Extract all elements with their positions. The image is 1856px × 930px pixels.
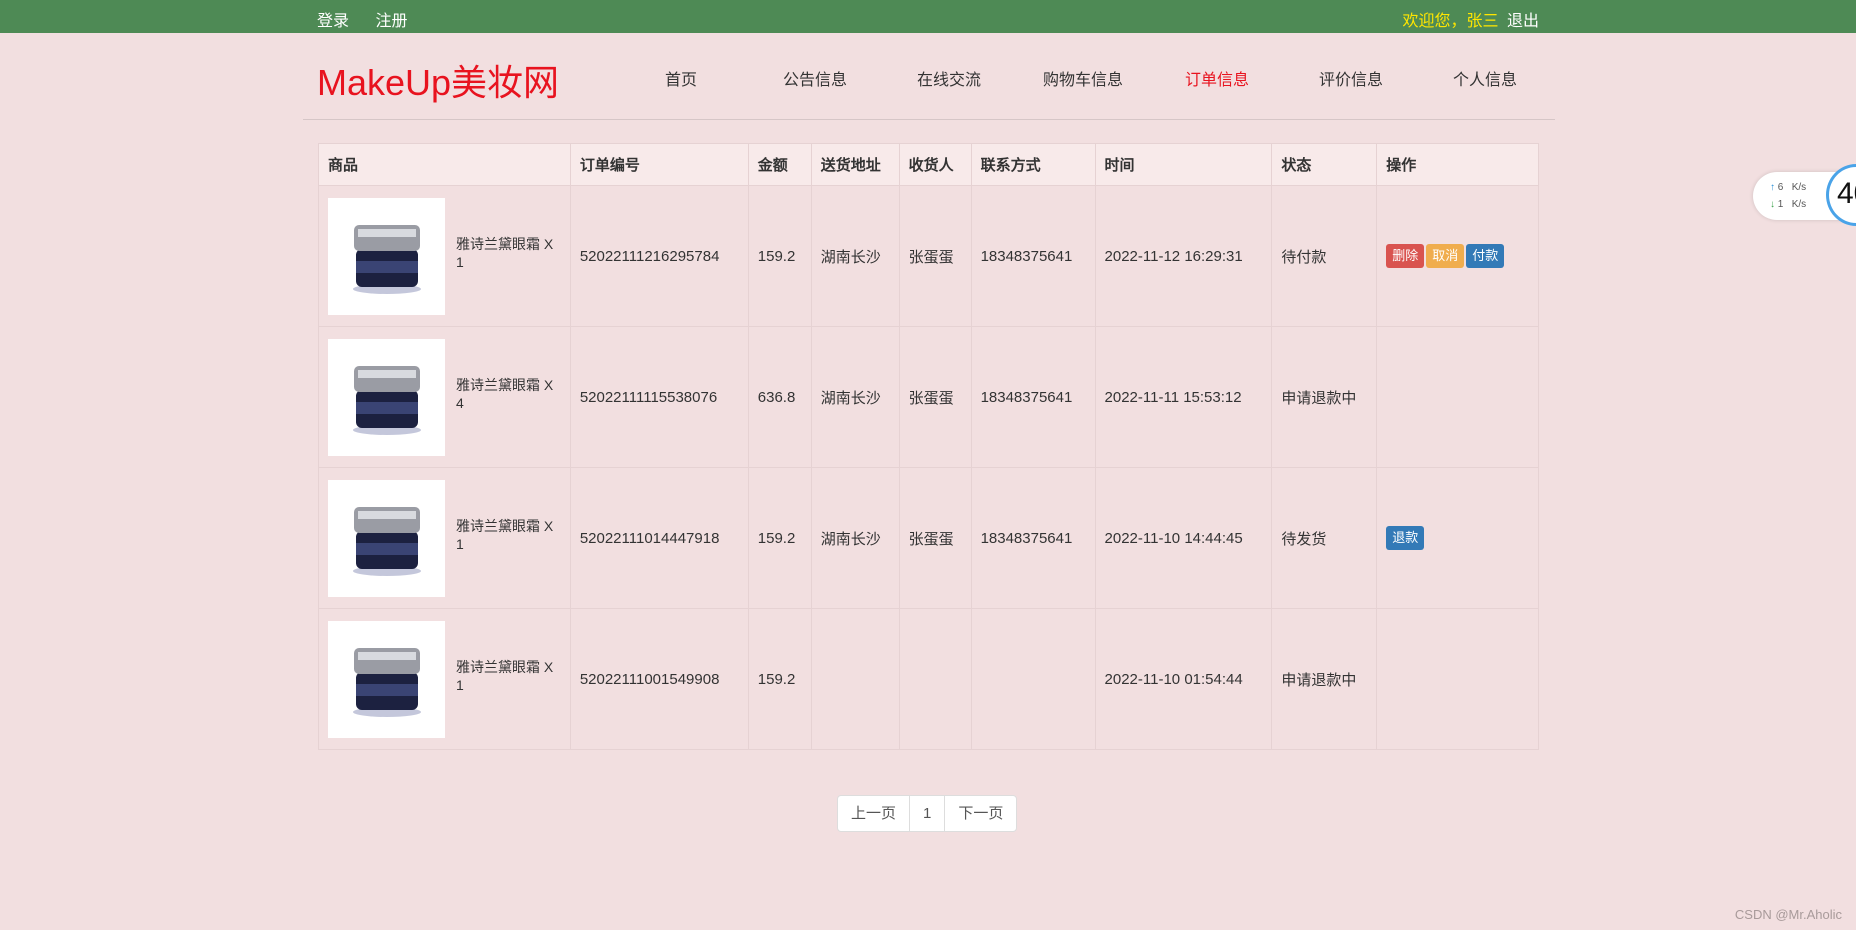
nav-item-home[interactable]: 首页 <box>614 66 748 90</box>
upload-value: 6 <box>1777 182 1784 193</box>
product-cell: 雅诗兰黛眼霜 X 4 <box>318 326 571 468</box>
col-header-receiver: 收货人 <box>898 143 972 186</box>
table-row: 雅诗兰黛眼霜 X 4 52022111115538076 636.8 湖南长沙 … <box>318 326 1539 468</box>
site-logo[interactable]: MakeUp美妆网 <box>317 54 559 106</box>
phone-cell <box>970 608 1096 750</box>
nav-item-chat[interactable]: 在线交流 <box>882 66 1016 90</box>
product-image[interactable] <box>328 338 445 456</box>
col-header-actions: 操作 <box>1376 143 1539 186</box>
nav-item-notices[interactable]: 公告信息 <box>748 66 882 90</box>
arrow-down-icon: ↓ <box>1770 199 1775 210</box>
product-cell: 雅诗兰黛眼霜 X 1 <box>318 185 571 327</box>
address-cell: 湖南长沙 <box>810 467 900 609</box>
top-bar: 登录 注册 欢迎您，张三 退出 <box>0 0 1856 33</box>
pagination: 上一页 1 下一页 <box>837 795 1018 832</box>
time-cell: 2022-11-10 14:44:45 <box>1094 467 1273 609</box>
phone-cell: 18348375641 <box>970 326 1096 468</box>
order-no-cell: 52022111001549908 <box>569 608 749 750</box>
actions-cell <box>1376 326 1539 468</box>
nav-item-reviews[interactable]: 评价信息 <box>1284 66 1418 90</box>
order-no-cell: 52022111216295784 <box>569 185 749 327</box>
register-link[interactable]: 注册 <box>375 13 407 30</box>
status-cell: 申请退款中 <box>1271 326 1378 468</box>
address-cell <box>810 608 900 750</box>
product-image[interactable] <box>328 479 445 597</box>
product-name[interactable]: 雅诗兰黛眼霜 X 1 <box>456 657 561 693</box>
receiver-cell: 张蛋蛋 <box>898 467 972 609</box>
upload-unit: K/s <box>1791 182 1807 193</box>
receiver-cell: 张蛋蛋 <box>898 326 972 468</box>
col-header-order-no: 订单编号 <box>569 143 749 186</box>
upload-speed: ↑ 6 K/s <box>1770 182 1806 193</box>
main-nav: 首页 公告信息 在线交流 购物车信息 订单信息 评价信息 个人信息 <box>614 66 1554 90</box>
amount-cell: 636.8 <box>747 326 812 468</box>
order-no-cell: 52022111014447918 <box>569 467 749 609</box>
actions-cell <box>1376 608 1539 750</box>
col-header-time: 时间 <box>1094 143 1273 186</box>
actions-cell: 删除 取消 付款 <box>1376 185 1539 327</box>
welcome-text: 欢迎您，张三 <box>1402 13 1499 30</box>
download-speed: ↓ 1 K/s <box>1770 199 1806 210</box>
time-cell: 2022-11-12 16:29:31 <box>1094 185 1273 327</box>
table-row: 雅诗兰黛眼霜 X 1 52022111216295784 159.2 湖南长沙 … <box>318 185 1539 327</box>
logout-link[interactable]: 退出 <box>1507 13 1539 30</box>
table-row: 雅诗兰黛眼霜 X 1 52022111001549908 159.2 2022-… <box>318 608 1539 750</box>
amount-cell: 159.2 <box>747 608 812 750</box>
status-cell: 申请退款中 <box>1271 608 1378 750</box>
watermark: CSDN @Mr.Aholic <box>1734 907 1842 922</box>
orders-table: 商品 订单编号 金额 送货地址 收货人 联系方式 时间 状态 操作 雅诗兰黛眼霜… <box>318 143 1539 750</box>
order-no-cell: 52022111115538076 <box>569 326 749 468</box>
user-area: 欢迎您，张三 退出 <box>1403 7 1539 31</box>
nav-item-profile[interactable]: 个人信息 <box>1418 66 1552 90</box>
download-value: 1 <box>1777 199 1784 210</box>
address-cell: 湖南长沙 <box>810 185 900 327</box>
delete-button[interactable]: 删除 <box>1386 244 1425 268</box>
refund-button[interactable]: 退款 <box>1386 526 1425 550</box>
address-cell: 湖南长沙 <box>810 326 900 468</box>
page-number-button[interactable]: 1 <box>910 796 946 831</box>
amount-cell: 159.2 <box>747 185 812 327</box>
time-cell: 2022-11-10 01:54:44 <box>1094 608 1273 750</box>
product-name[interactable]: 雅诗兰黛眼霜 X 1 <box>456 234 561 270</box>
receiver-cell <box>898 608 972 750</box>
col-header-status: 状态 <box>1271 143 1378 186</box>
pay-button[interactable]: 付款 <box>1466 244 1505 268</box>
col-header-phone: 联系方式 <box>970 143 1096 186</box>
receiver-cell: 张蛋蛋 <box>898 185 972 327</box>
product-image[interactable] <box>328 620 445 738</box>
arrow-up-icon: ↑ <box>1770 182 1775 193</box>
auth-links: 登录 注册 <box>317 7 429 31</box>
actions-cell: 退款 <box>1376 467 1539 609</box>
col-header-product: 商品 <box>318 143 571 186</box>
col-header-amount: 金额 <box>747 143 812 186</box>
status-cell: 待付款 <box>1271 185 1378 327</box>
nav-item-cart[interactable]: 购物车信息 <box>1016 66 1150 90</box>
status-cell: 待发货 <box>1271 467 1378 609</box>
nav-item-orders[interactable]: 订单信息 <box>1150 66 1284 90</box>
col-header-address: 送货地址 <box>810 143 900 186</box>
prev-page-button[interactable]: 上一页 <box>838 796 911 831</box>
login-link[interactable]: 登录 <box>317 13 349 30</box>
product-name[interactable]: 雅诗兰黛眼霜 X 1 <box>456 516 561 552</box>
phone-cell: 18348375641 <box>970 185 1096 327</box>
time-cell: 2022-11-11 15:53:12 <box>1094 326 1273 468</box>
amount-cell: 159.2 <box>747 467 812 609</box>
product-cell: 雅诗兰黛眼霜 X 1 <box>318 608 571 750</box>
product-cell: 雅诗兰黛眼霜 X 1 <box>318 467 571 609</box>
header-divider <box>303 119 1555 120</box>
next-page-button[interactable]: 下一页 <box>945 796 1016 831</box>
cancel-button[interactable]: 取消 <box>1426 244 1465 268</box>
table-header-row: 商品 订单编号 金额 送货地址 收货人 联系方式 时间 状态 操作 <box>318 143 1539 186</box>
product-name[interactable]: 雅诗兰黛眼霜 X 4 <box>456 375 561 411</box>
product-image[interactable] <box>328 197 445 315</box>
table-row: 雅诗兰黛眼霜 X 1 52022111014447918 159.2 湖南长沙 … <box>318 467 1539 609</box>
phone-cell: 18348375641 <box>970 467 1096 609</box>
download-unit: K/s <box>1791 199 1807 210</box>
